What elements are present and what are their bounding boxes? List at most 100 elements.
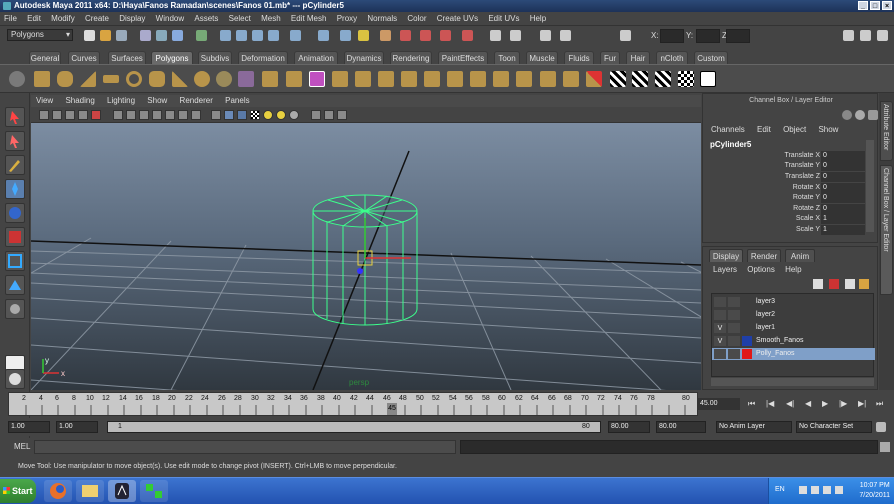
rotate-tool-icon[interactable] [5, 203, 25, 223]
vp-menu-show[interactable]: Show [142, 95, 172, 107]
tray-icon-2[interactable] [811, 486, 819, 494]
isolate-select-icon[interactable] [337, 110, 347, 120]
two-d-pan-zoom-icon[interactable] [78, 110, 88, 120]
layer-row-layer1[interactable]: Vlayer1 [712, 322, 875, 334]
lasso-tool-icon[interactable] [5, 131, 25, 151]
attr-rotate-y[interactable]: Rotate Y0 [743, 193, 865, 203]
tab-curves[interactable]: Curves [68, 51, 100, 64]
layer-row-layer2[interactable]: layer2 [712, 309, 875, 321]
snap-curve-icon[interactable] [236, 30, 247, 41]
film-gate-icon[interactable] [126, 110, 136, 120]
animation-end-field[interactable]: 80.00 [656, 421, 706, 433]
render-settings-icon[interactable] [440, 30, 451, 41]
menu-window[interactable]: Window [152, 12, 188, 25]
poly-prism-icon[interactable] [149, 71, 165, 87]
tab-display-layers[interactable]: Display [709, 249, 743, 262]
textured-icon[interactable] [250, 110, 260, 120]
append-polygon-icon[interactable] [470, 71, 486, 87]
snap-grid-icon[interactable] [220, 30, 231, 41]
layer-menu-layers[interactable]: Layers [713, 265, 737, 274]
character-set-dropdown[interactable]: No Character Set [796, 421, 872, 433]
selected-object-name[interactable]: pCylinder5 [710, 140, 751, 149]
tab-fluids[interactable]: Fluids [564, 51, 594, 64]
mirror-geometry-icon[interactable] [401, 71, 417, 87]
render-frame-icon[interactable] [380, 30, 391, 41]
poly-pyramid-icon[interactable] [172, 71, 188, 87]
tab-fur[interactable]: Fur [600, 51, 620, 64]
vp-menu-shading[interactable]: Shading [60, 95, 99, 107]
close-button[interactable]: × [882, 1, 892, 10]
vp-menu-panels[interactable]: Panels [220, 95, 254, 107]
attr-scale-x[interactable]: Scale X1 [743, 214, 865, 224]
poly-cylinder-icon[interactable] [57, 71, 73, 87]
boolean-intersect-icon[interactable] [378, 71, 394, 87]
mel-label[interactable]: MEL [14, 442, 30, 451]
poly-pipe-icon[interactable] [194, 71, 210, 87]
time-slider[interactable]: 2 4 6 8 10 12 14 16 18 20 22 24 26 28 30… [8, 392, 698, 416]
offset-edge-loop-icon[interactable] [563, 71, 579, 87]
snap-surface-icon[interactable] [290, 30, 301, 41]
split-polygon-icon[interactable] [516, 71, 532, 87]
use-all-lights-icon[interactable] [263, 110, 273, 120]
smooth-shade-icon[interactable] [224, 110, 234, 120]
go-to-start-button[interactable]: ⏮ [748, 399, 755, 409]
safe-action-icon[interactable] [178, 110, 188, 120]
playback-start-field[interactable]: 1.00 [56, 421, 98, 433]
poly-cone-icon[interactable] [80, 71, 96, 87]
script-editor-icon[interactable] [880, 442, 890, 452]
extrude-icon[interactable] [424, 71, 440, 87]
uv-cylindrical-icon[interactable] [632, 71, 648, 87]
step-back-frame-button[interactable]: ◀| [786, 399, 794, 408]
explorer-taskbar-icon[interactable] [76, 480, 104, 502]
layer-row-smooth-fanos[interactable]: V Smooth_Fanos [712, 335, 875, 347]
menu-mesh[interactable]: Mesh [257, 12, 285, 25]
tab-muscle[interactable]: Muscle [526, 51, 558, 64]
cb-menu-channels[interactable]: Channels [711, 125, 745, 134]
snap-point-icon[interactable] [252, 30, 263, 41]
attr-translate-z[interactable]: Translate Z0 [743, 172, 865, 182]
firefox-taskbar-icon[interactable] [44, 480, 72, 502]
menu-set-dropdown[interactable]: Polygons [7, 29, 73, 41]
boolean-difference-icon[interactable] [355, 71, 371, 87]
fill-hole-icon[interactable] [493, 71, 509, 87]
vp-menu-lighting[interactable]: Lighting [102, 95, 140, 107]
insert-edge-loop-icon[interactable] [540, 71, 556, 87]
hypershade-icon[interactable] [462, 30, 473, 41]
resolution-gate-icon[interactable] [139, 110, 149, 120]
start-button[interactable]: Start [0, 479, 36, 503]
sidebar-toggle-icon[interactable] [490, 30, 501, 41]
vp-menu-view[interactable]: View [31, 95, 58, 107]
snap-view-icon[interactable] [268, 30, 279, 41]
move-tool-icon[interactable] [5, 179, 25, 199]
poly-sphere-icon[interactable] [9, 71, 25, 87]
play-forwards-button[interactable]: ▶ [822, 399, 828, 408]
gate-mask-icon[interactable] [152, 110, 162, 120]
select-component-icon[interactable] [172, 30, 183, 41]
step-back-key-button[interactable]: |◀ [766, 399, 774, 408]
tab-ncloth[interactable]: nCloth [656, 51, 688, 64]
layer-row-layer3[interactable]: layer3 [712, 296, 875, 308]
tab-subdivs[interactable]: Subdivs [198, 51, 232, 64]
channel-box-settings-icon[interactable] [842, 110, 852, 120]
channel-box-scrollbar[interactable] [866, 140, 874, 232]
layer-row-polly-fanos[interactable]: Polly_Fanos [712, 348, 875, 360]
poly-cube-icon[interactable] [34, 71, 50, 87]
menu-create[interactable]: Create [81, 12, 113, 25]
tab-general[interactable]: General [29, 51, 61, 64]
uv-editor-icon[interactable] [700, 71, 716, 87]
network-app-taskbar-icon[interactable] [140, 480, 168, 502]
menu-file[interactable]: File [0, 12, 21, 25]
attr-scale-y[interactable]: Scale Y1 [743, 225, 865, 235]
xray-joints-icon[interactable] [324, 110, 334, 120]
save-scene-icon[interactable] [116, 30, 127, 41]
tab-deformation[interactable]: Deformation [238, 51, 288, 64]
field-chart-icon[interactable] [165, 110, 175, 120]
attr-translate-y[interactable]: Translate Y0 [743, 161, 865, 171]
select-tool-icon[interactable] [5, 107, 25, 127]
current-frame-marker[interactable]: 45 [387, 403, 397, 415]
ipr-render-icon[interactable] [420, 30, 431, 41]
attr-rotate-z[interactable]: Rotate Z0 [743, 204, 865, 214]
shadows-icon[interactable] [276, 110, 286, 120]
layout-icon[interactable] [877, 30, 888, 41]
tab-surfaces[interactable]: Surfaces [108, 51, 146, 64]
